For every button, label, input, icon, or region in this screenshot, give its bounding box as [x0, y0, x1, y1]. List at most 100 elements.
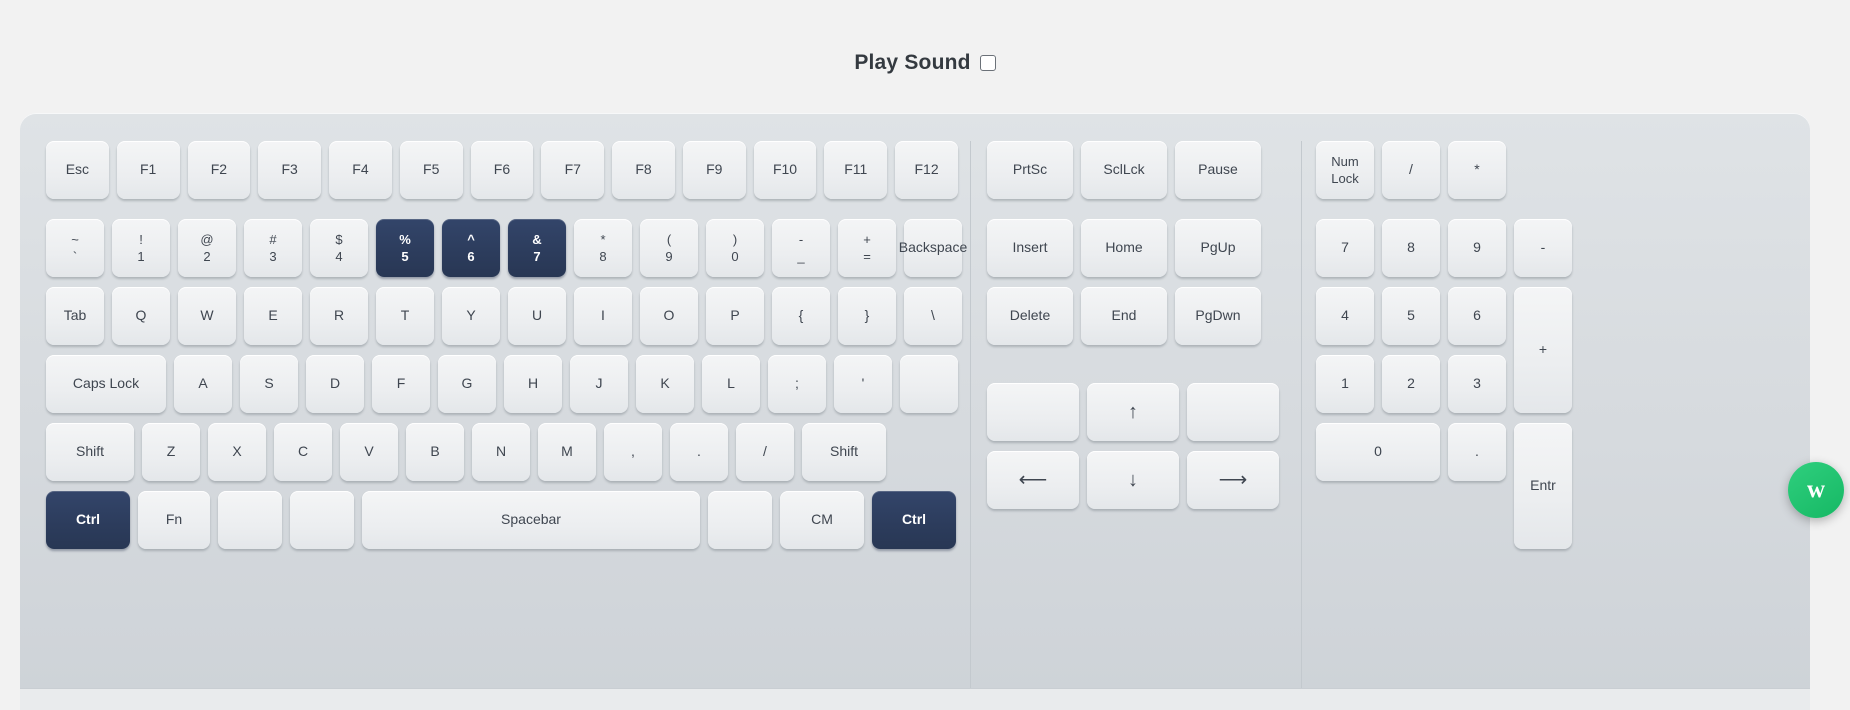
key-key-o[interactable]: O [640, 287, 698, 345]
key-key-s[interactable]: S [240, 355, 298, 413]
key-key-[interactable]: - [1514, 219, 1572, 277]
key-key-f1[interactable]: F1 [116, 141, 180, 199]
key-key-4[interactable]: $4 [310, 219, 368, 277]
key-key-[interactable]: , [604, 423, 662, 481]
key-key-m[interactable]: M [538, 423, 596, 481]
play-sound-checkbox[interactable] [979, 54, 996, 71]
key-key-pause[interactable]: Pause [1175, 141, 1261, 199]
key-key-p[interactable]: P [706, 287, 764, 345]
key-key-[interactable]: { [772, 287, 830, 345]
key-key-prtsc[interactable]: PrtSc [987, 141, 1073, 199]
key-key-j[interactable]: J [570, 355, 628, 413]
key-key-[interactable]: ' [834, 355, 892, 413]
key-key-[interactable]: + [1514, 287, 1572, 413]
key-key-f7[interactable]: F7 [541, 141, 605, 199]
key-key-f6[interactable]: F6 [470, 141, 534, 199]
key-key-y[interactable]: Y [442, 287, 500, 345]
key-key-h[interactable]: H [504, 355, 562, 413]
key-key-t[interactable]: T [376, 287, 434, 345]
key-key-u[interactable]: U [508, 287, 566, 345]
key-key-1[interactable]: 1 [1316, 355, 1374, 413]
key-key-3[interactable]: #3 [244, 219, 302, 277]
key-key-n[interactable]: N [472, 423, 530, 481]
key-key-6[interactable]: 6 [1448, 287, 1506, 345]
key-key-0[interactable]: ) 0 [706, 219, 764, 277]
key-key-tab[interactable]: Tab [46, 287, 104, 345]
key-key-7[interactable]: 7 [1316, 219, 1374, 277]
key-key-7[interactable]: & 7 [508, 219, 566, 277]
key-key-[interactable]: ; [768, 355, 826, 413]
key-key-9[interactable]: (9 [640, 219, 698, 277]
key-key-[interactable] [708, 491, 772, 549]
key-key-r[interactable]: R [310, 287, 368, 345]
key-key-0[interactable]: 0 [1316, 423, 1440, 481]
key-key-g[interactable]: G [438, 355, 496, 413]
key-key-f11[interactable]: F11 [824, 141, 888, 199]
key-key-[interactable]: / [736, 423, 794, 481]
key-key-[interactable]: } [838, 287, 896, 345]
key-key-[interactable]: \ [904, 287, 962, 345]
key-key-x[interactable]: X [208, 423, 266, 481]
key-key-6[interactable]: ^ 6 [442, 219, 500, 277]
key-key-ctrl[interactable]: Ctrl [46, 491, 130, 549]
key-key-[interactable] [987, 383, 1079, 441]
key-key-5[interactable]: 5 [1382, 287, 1440, 345]
key-key-shift[interactable]: Shift [802, 423, 886, 481]
key-key-f[interactable]: F [372, 355, 430, 413]
key-key-l[interactable]: L [702, 355, 760, 413]
key-key-a[interactable]: A [174, 355, 232, 413]
key-key-caps-lock[interactable]: Caps Lock [46, 355, 166, 413]
key-key-8[interactable]: 8 [1382, 219, 1440, 277]
key-key-5[interactable]: % 5 [376, 219, 434, 277]
floating-chat-widget[interactable]: w [1788, 462, 1844, 518]
key-key-v[interactable]: V [340, 423, 398, 481]
key-key-fn[interactable]: Fn [138, 491, 210, 549]
key-key-end[interactable]: End [1081, 287, 1167, 345]
key-key-num-lock[interactable]: Num Lock [1316, 141, 1374, 199]
key-key-q[interactable]: Q [112, 287, 170, 345]
key-key-2[interactable]: @2 [178, 219, 236, 277]
key-key-f2[interactable]: F2 [187, 141, 251, 199]
key-key-[interactable]: * [1448, 141, 1506, 199]
key-key-[interactable]: ↑ [1087, 383, 1179, 441]
key-key-esc[interactable]: Esc [46, 141, 109, 199]
key-key-z[interactable]: Z [142, 423, 200, 481]
key-key-9[interactable]: 9 [1448, 219, 1506, 277]
key-key-e[interactable]: E [244, 287, 302, 345]
key-key-f3[interactable]: F3 [258, 141, 322, 199]
key-key-w[interactable]: W [178, 287, 236, 345]
key-key-[interactable] [900, 355, 958, 413]
key-key-scllck[interactable]: SclLck [1081, 141, 1167, 199]
key-key-b[interactable]: B [406, 423, 464, 481]
key-key-f10[interactable]: F10 [753, 141, 817, 199]
key-key-2[interactable]: 2 [1382, 355, 1440, 413]
key-key-[interactable]: - _ [772, 219, 830, 277]
key-key-d[interactable]: D [306, 355, 364, 413]
key-key-[interactable]: ~ ` [46, 219, 104, 277]
key-key-4[interactable]: 4 [1316, 287, 1374, 345]
key-key-spacebar[interactable]: Spacebar [362, 491, 700, 549]
key-key-[interactable]: ↓ [1087, 451, 1179, 509]
key-key-f4[interactable]: F4 [329, 141, 392, 199]
key-key-f5[interactable]: F5 [399, 141, 463, 199]
key-key-[interactable]: ⟶ [1187, 451, 1279, 509]
key-key-k[interactable]: K [636, 355, 694, 413]
key-key-backspace[interactable]: Backspace [899, 219, 967, 277]
key-key-[interactable] [1187, 383, 1279, 441]
key-key-[interactable]: . [1448, 423, 1506, 481]
key-key-home[interactable]: Home [1081, 219, 1167, 277]
key-key-[interactable]: . [670, 423, 728, 481]
key-key-3[interactable]: 3 [1448, 355, 1506, 413]
key-key-shift[interactable]: Shift [46, 423, 134, 481]
key-key-f9[interactable]: F9 [682, 141, 746, 199]
key-key-pgup[interactable]: PgUp [1175, 219, 1261, 277]
key-key-i[interactable]: I [574, 287, 632, 345]
key-key-c[interactable]: C [274, 423, 332, 481]
key-key-ctrl[interactable]: Ctrl [872, 491, 956, 549]
key-key-1[interactable]: ! 1 [112, 219, 170, 277]
key-key-[interactable]: + = [838, 219, 896, 277]
key-key-f12[interactable]: F12 [895, 141, 958, 199]
key-key-[interactable] [218, 491, 282, 549]
key-key-[interactable]: ⟵ [987, 451, 1079, 509]
key-key-[interactable]: / [1382, 141, 1440, 199]
